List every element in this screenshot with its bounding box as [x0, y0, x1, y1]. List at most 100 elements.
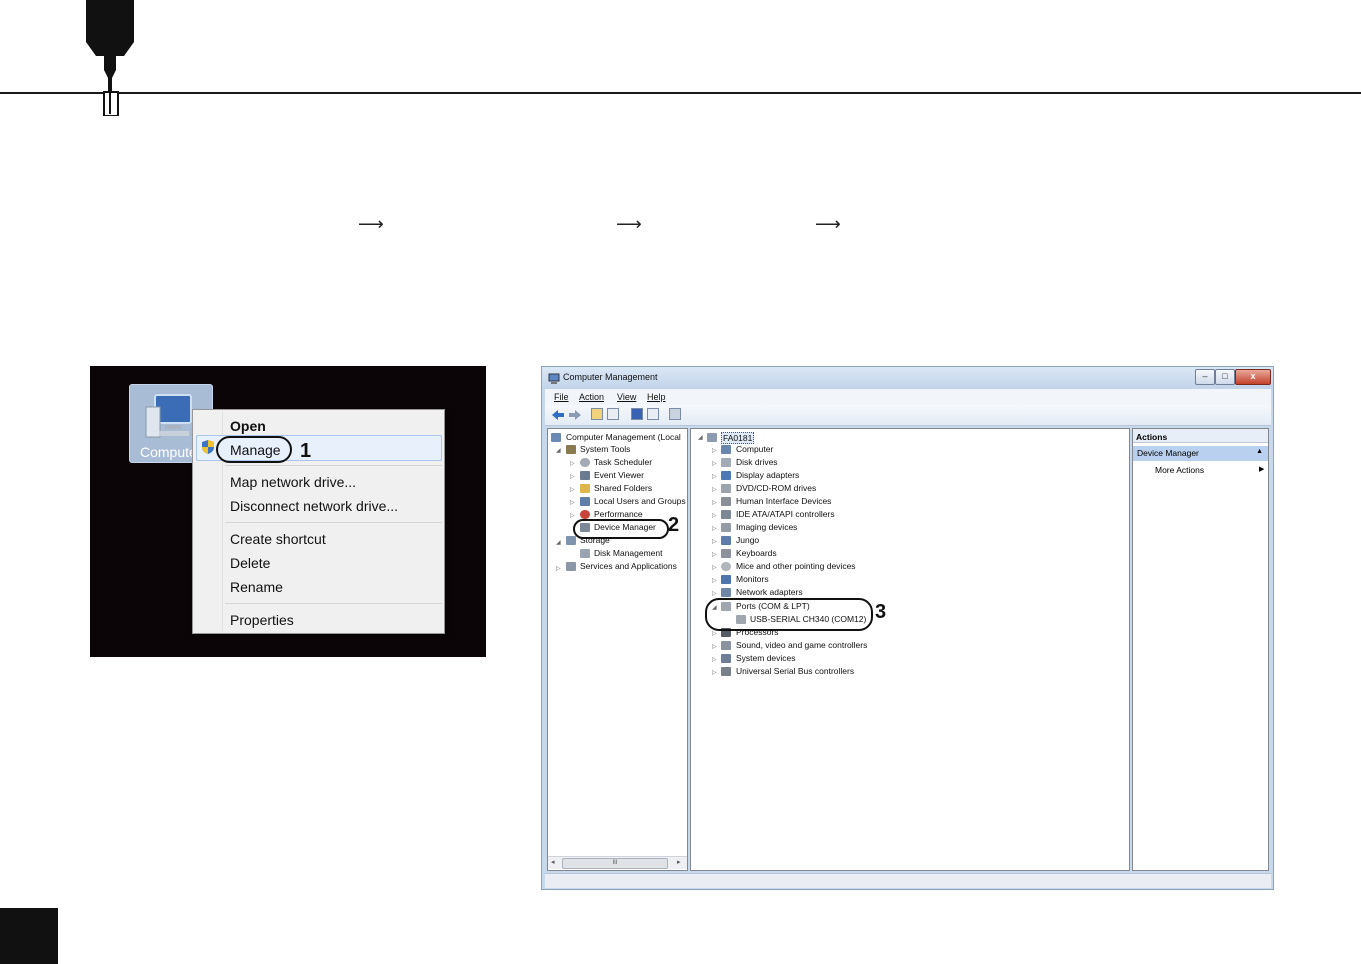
- properties-view-icon[interactable]: [647, 408, 659, 420]
- menu-item-properties[interactable]: Properties: [230, 612, 294, 628]
- menu-bar: File Action View Help: [545, 389, 1271, 405]
- event-viewer-icon: [580, 471, 590, 480]
- actions-header: Actions: [1133, 429, 1268, 443]
- tree-item-performance[interactable]: Performance: [594, 509, 643, 519]
- hid-icon: [721, 497, 731, 506]
- up-folder-icon[interactable]: [591, 408, 603, 420]
- imaging-icon: [721, 523, 731, 532]
- callout-ring-2: [573, 519, 669, 539]
- computer-root-icon: [707, 433, 717, 442]
- dvd-icon: [721, 484, 731, 493]
- menu-item-delete[interactable]: Delete: [230, 555, 270, 571]
- collapse-arrow-icon[interactable]: ◢: [698, 434, 703, 441]
- tree-item-shared-folders[interactable]: Shared Folders: [594, 483, 652, 493]
- collapse-up-icon[interactable]: ▲: [1256, 448, 1263, 455]
- scroll-thumb[interactable]: III: [562, 858, 668, 869]
- device-category[interactable]: Network adapters: [736, 587, 803, 597]
- device-category[interactable]: Mice and other pointing devices: [736, 561, 856, 571]
- menu-action[interactable]: Action: [579, 392, 604, 402]
- menu-help[interactable]: Help: [647, 392, 666, 402]
- help-icon[interactable]: [631, 408, 643, 420]
- usb-icon: [721, 667, 731, 676]
- device-category[interactable]: IDE ATA/ATAPI controllers: [736, 509, 835, 519]
- device-category[interactable]: Jungo: [736, 535, 759, 545]
- device-category[interactable]: Keyboards: [736, 548, 777, 558]
- computer-management-window: Computer Management – □ x File Action Vi…: [541, 366, 1274, 890]
- tree-item-services-applications[interactable]: Services and Applications: [580, 561, 677, 571]
- menu-file[interactable]: File: [554, 392, 569, 402]
- network-icon: [721, 588, 731, 597]
- expand-arrow-icon[interactable]: ▷: [570, 460, 575, 467]
- computer-icon: [721, 445, 731, 454]
- back-arrow-icon[interactable]: [551, 409, 565, 421]
- computer-management-icon: [551, 433, 561, 442]
- arrow-3: ⟶: [815, 214, 841, 235]
- menu-view[interactable]: View: [617, 392, 636, 402]
- scroll-left-icon[interactable]: ◂: [551, 858, 555, 866]
- menu-item-map-network-drive[interactable]: Map network drive...: [230, 474, 356, 490]
- uac-shield-icon: [202, 440, 214, 454]
- menu-item-create-shortcut[interactable]: Create shortcut: [230, 531, 326, 547]
- menu-separator: [225, 603, 442, 604]
- expand-arrow-icon[interactable]: ▷: [570, 512, 575, 519]
- disk-management-icon: [580, 549, 590, 558]
- window-title: Computer Management: [563, 372, 658, 382]
- menu-item-disconnect-network-drive[interactable]: Disconnect network drive...: [230, 498, 398, 514]
- minimize-button[interactable]: –: [1195, 369, 1215, 385]
- device-category[interactable]: Display adapters: [736, 470, 799, 480]
- collapse-arrow-icon[interactable]: ◢: [556, 447, 561, 454]
- users-icon: [580, 497, 590, 506]
- sound-icon: [721, 641, 731, 650]
- callout-number-2: 2: [668, 514, 680, 536]
- menu-separator: [225, 465, 442, 466]
- device-category[interactable]: Monitors: [736, 574, 769, 584]
- show-hide-tree-icon[interactable]: [607, 408, 619, 420]
- disk-icon: [721, 458, 731, 467]
- device-category[interactable]: Universal Serial Bus controllers: [736, 666, 854, 676]
- ide-icon: [721, 510, 731, 519]
- forward-arrow-icon[interactable]: [568, 409, 582, 421]
- device-root[interactable]: FA0181: [721, 432, 755, 444]
- page-corner-block: [0, 908, 58, 964]
- expand-arrow-icon[interactable]: ▷: [556, 565, 561, 572]
- device-category[interactable]: Human Interface Devices: [736, 496, 831, 506]
- close-button[interactable]: x: [1235, 369, 1271, 385]
- expand-arrow-icon[interactable]: ▷: [570, 486, 575, 493]
- arrow-2: ⟶: [616, 214, 642, 235]
- tree-item-disk-management[interactable]: Disk Management: [594, 548, 663, 558]
- device-category[interactable]: System devices: [736, 653, 796, 663]
- device-category[interactable]: DVD/CD-ROM drives: [736, 483, 816, 493]
- actions-selected-label: Device Manager: [1137, 448, 1199, 458]
- computer-management-icon: [548, 373, 560, 384]
- device-category[interactable]: Disk drives: [736, 457, 778, 467]
- menu-item-open[interactable]: Open: [230, 418, 266, 434]
- expand-arrow-icon[interactable]: ▷: [570, 499, 575, 506]
- storage-icon: [566, 536, 576, 545]
- expand-arrow-icon[interactable]: ▷: [570, 473, 575, 480]
- tree-item-local-users-groups[interactable]: Local Users and Groups: [594, 496, 686, 506]
- actions-device-manager[interactable]: Device Manager ▲: [1133, 446, 1268, 461]
- pen-nib-icon: [86, 0, 134, 116]
- menu-item-rename[interactable]: Rename: [230, 579, 283, 595]
- collapse-arrow-icon[interactable]: ◢: [556, 539, 561, 546]
- scroll-right-icon[interactable]: ▸: [677, 858, 681, 866]
- maximize-button[interactable]: □: [1215, 369, 1235, 385]
- task-scheduler-icon: [580, 458, 590, 467]
- tree-item-system-tools[interactable]: System Tools: [580, 444, 630, 454]
- status-bar: [545, 873, 1271, 888]
- services-icon: [566, 562, 576, 571]
- keyboard-icon: [721, 549, 731, 558]
- submenu-arrow-icon: ▶: [1259, 466, 1265, 473]
- device-list-pane: ◢ FA0181 ▷ Computer ▷ Disk drives ▷ Disp…: [690, 428, 1130, 871]
- device-category[interactable]: Sound, video and game controllers: [736, 640, 867, 650]
- jungo-icon: [721, 536, 731, 545]
- device-category[interactable]: Computer: [736, 444, 773, 454]
- tree-item-task-scheduler[interactable]: Task Scheduler: [594, 457, 652, 467]
- tree-item-event-viewer[interactable]: Event Viewer: [594, 470, 644, 480]
- more-actions-link[interactable]: More Actions: [1155, 465, 1204, 475]
- tree-item-computer-management[interactable]: Computer Management (Local: [566, 432, 681, 442]
- horizontal-scrollbar[interactable]: ◂ III ▸: [548, 856, 687, 869]
- callout-number-1: 1: [300, 440, 312, 462]
- scan-hardware-icon[interactable]: [669, 408, 681, 420]
- device-category[interactable]: Imaging devices: [736, 522, 797, 532]
